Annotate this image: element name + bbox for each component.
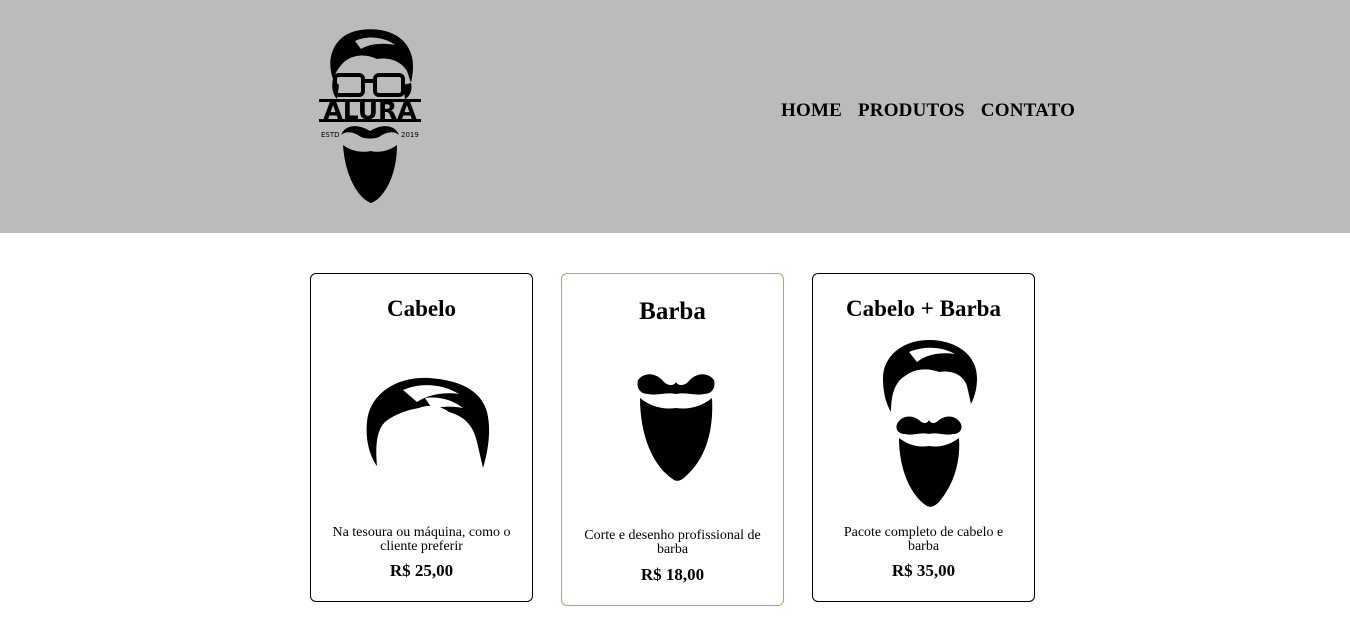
- site-header: ALURA ESTD 2019 HOME PRODUTOS CONTATO: [0, 0, 1350, 233]
- nav-home[interactable]: HOME: [781, 100, 842, 122]
- nav-produtos[interactable]: PRODUTOS: [858, 100, 965, 122]
- product-card-cabelo-barba[interactable]: Cabelo + Barba Pacote completo de cabelo…: [812, 273, 1035, 602]
- product-price: R$ 35,00: [891, 561, 956, 580]
- product-description: Pacote completo de cabelo e barba: [843, 525, 1004, 554]
- product-card-cabelo[interactable]: Cabelo Na tesoura ou máquina, como o cli…: [310, 273, 533, 602]
- product-price: R$ 25,00: [389, 561, 454, 580]
- logo-estd-right: 2019: [401, 131, 419, 139]
- nav-contato[interactable]: CONTATO: [981, 100, 1075, 122]
- product-title: Barba: [639, 298, 706, 325]
- hair-and-beard-icon: [883, 340, 977, 507]
- product-description: Na tesoura ou máquina, como o cliente pr…: [332, 525, 511, 554]
- product-description: Corte e desenho profissional de barba: [584, 528, 761, 557]
- alura-logo[interactable]: ALURA ESTD 2019: [315, 27, 425, 205]
- product-title: Cabelo + Barba: [846, 296, 1001, 321]
- product-card-barba[interactable]: Barba Corte e desenho profissional de ba…: [561, 273, 784, 606]
- product-price: R$ 18,00: [640, 565, 705, 584]
- hair-icon: [366, 377, 490, 468]
- main-nav: HOME PRODUTOS CONTATO: [781, 100, 1075, 122]
- logo-text: ALURA: [323, 96, 417, 125]
- logo-estd-left: ESTD: [321, 131, 340, 139]
- product-title: Cabelo: [387, 296, 456, 321]
- beard-icon: [637, 374, 715, 481]
